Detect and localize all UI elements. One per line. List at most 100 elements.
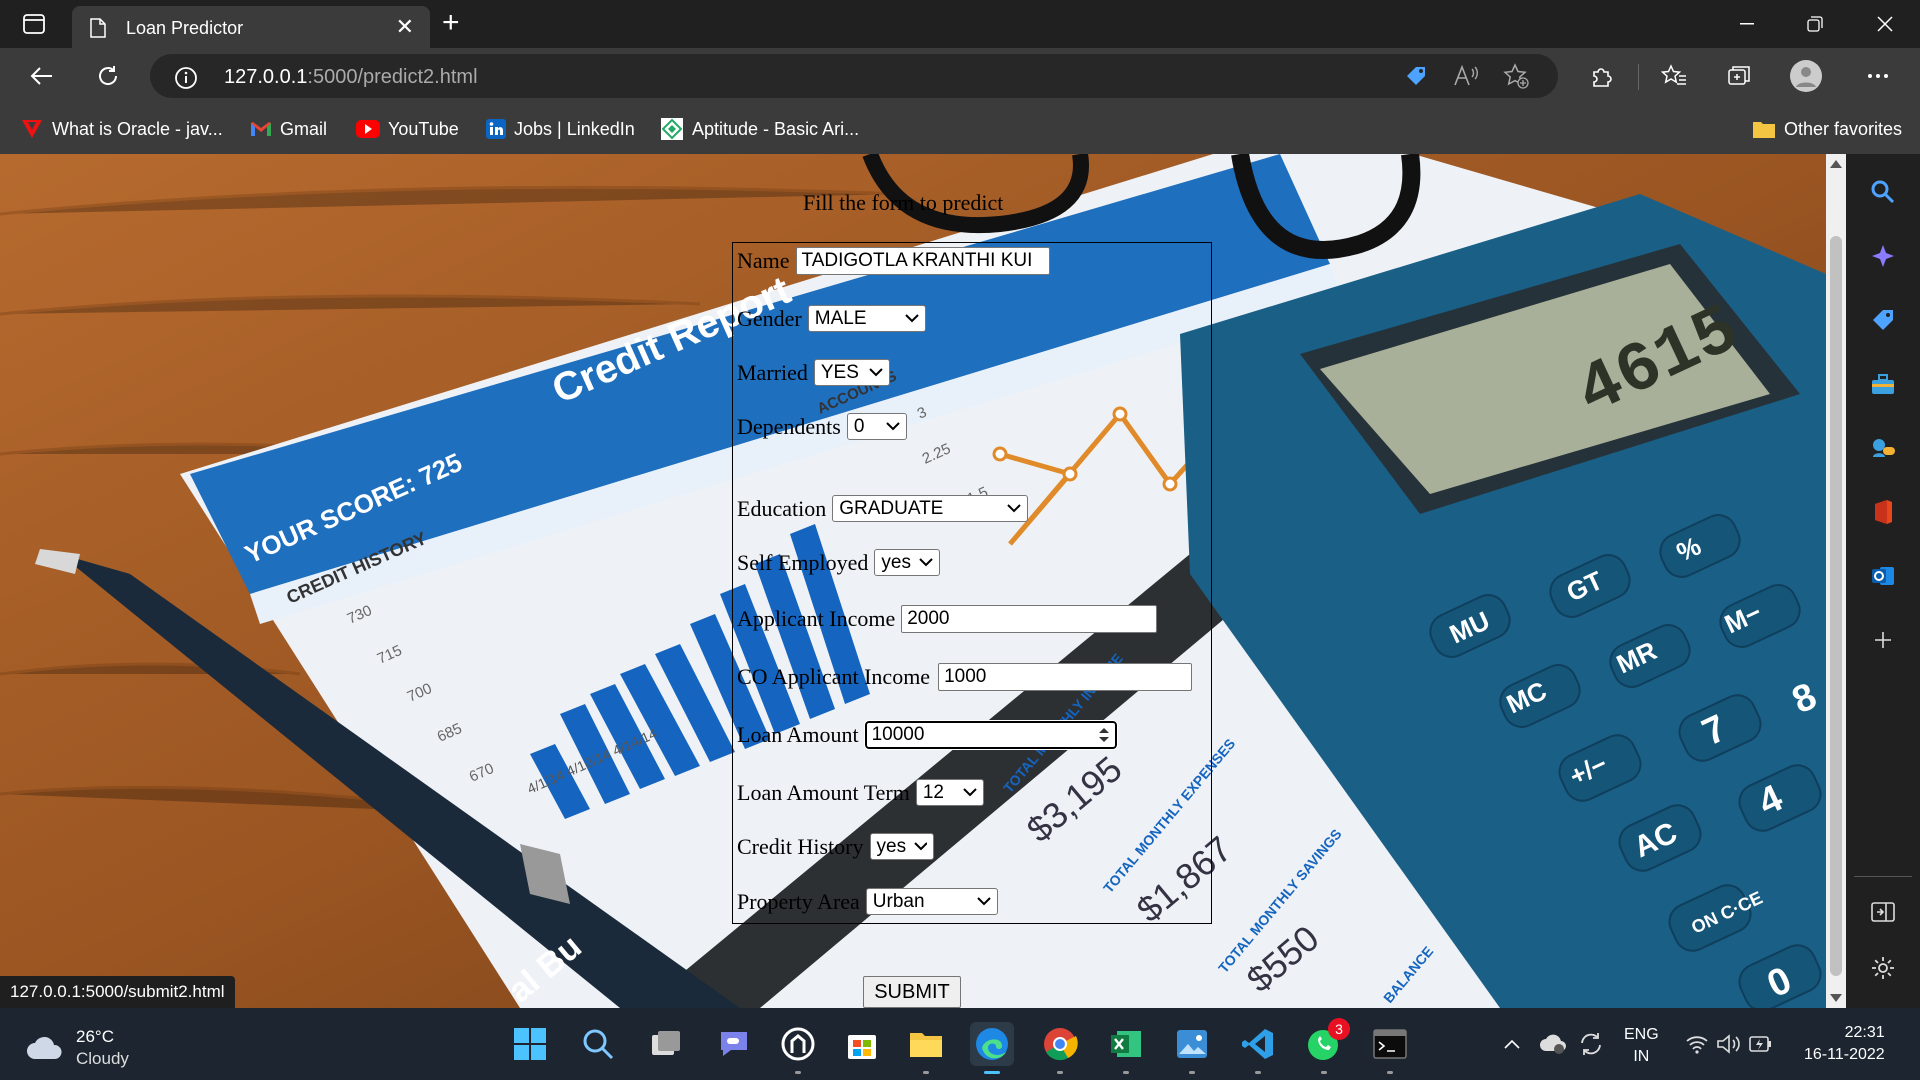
add-favorite-button[interactable] [1502,63,1530,89]
profile-button[interactable] [1790,60,1822,92]
github-app-button[interactable] [776,1022,820,1074]
language-indicator[interactable]: ENG IN [1624,1024,1659,1068]
photos-button[interactable] [1170,1022,1214,1074]
tab-actions-button[interactable] [14,10,54,38]
excel-button[interactable] [1104,1022,1148,1074]
folder-icon [910,1033,942,1057]
sidebar-hide-button[interactable] [1865,894,1901,930]
extensions-button[interactable] [1586,60,1618,92]
wifi-button[interactable] [1682,1022,1712,1066]
other-favorites-label: Other favorites [1784,118,1903,139]
terminal-button[interactable] [1368,1022,1412,1074]
app-octagon-icon [781,1027,815,1061]
scroll-down-arrow-icon[interactable] [1830,994,1842,1002]
collections-button[interactable] [1724,60,1756,92]
property-area-select[interactable]: Urban [865,888,998,915]
gear-icon [1872,957,1894,979]
sidebar-add-button[interactable] [1865,622,1901,658]
taskbar-search-button[interactable] [576,1022,620,1066]
weather-widget[interactable]: 26°C Cloudy [26,1026,129,1070]
loan-amount-input[interactable]: 10000 [863,720,1118,750]
sync-status-button[interactable] [1574,1022,1608,1066]
sidebar-tools-button[interactable] [1865,366,1901,402]
submit-button[interactable]: SUBMIT [863,976,961,1008]
chevron-down-icon [919,558,934,567]
self-employed-row: Self Employed yes [737,549,941,576]
sidebar-search-button[interactable] [1865,174,1901,210]
language-text: ENG [1624,1026,1659,1043]
chrome-button[interactable] [1038,1022,1082,1074]
married-select[interactable]: YES [813,359,890,386]
store-button[interactable] [840,1022,884,1066]
show-hidden-icons-button[interactable] [1498,1022,1526,1066]
name-input[interactable]: TADIGOTLA KRANTHI KUI [795,247,1050,275]
close-tab-icon[interactable]: ✕ [396,14,414,40]
favorite-linkedin[interactable]: Jobs | LinkedIn [486,116,635,142]
clock[interactable]: 22:31 16-11-2022 [1804,1022,1885,1066]
education-value: GRADUATE [839,497,944,519]
dependents-value: 0 [853,415,865,437]
coupon-tag-icon [1407,67,1425,85]
battery-button[interactable] [1746,1022,1776,1066]
vscode-button[interactable] [1236,1022,1280,1074]
page-scrollbar[interactable] [1826,154,1846,1008]
sidebar-shopping-button[interactable] [1865,302,1901,338]
scroll-thumb[interactable] [1830,236,1842,976]
onedrive-status-button[interactable] [1536,1022,1570,1066]
sidebar-games-button[interactable] [1865,430,1901,466]
other-favorites-folder[interactable]: Other favorites [1752,116,1902,142]
chevron-down-icon [905,314,919,323]
sidebar-outlook-button[interactable] [1865,558,1901,594]
favorite-gmail[interactable]: Gmail [250,116,327,142]
sidebar-discover-button[interactable] [1865,238,1901,274]
collections-icon [1728,66,1750,85]
windows-start-icon [514,1028,546,1060]
volume-button[interactable] [1714,1022,1744,1066]
sidebar-settings-button[interactable] [1865,950,1901,986]
restore-button[interactable] [1792,8,1838,40]
sidebar-office-button[interactable] [1865,494,1901,530]
form-title: Fill the form to predict [803,190,1004,215]
teams-chat-button[interactable] [712,1022,756,1066]
number-spinner-icon[interactable] [1098,726,1110,744]
back-button[interactable] [24,60,60,92]
address-bar[interactable]: 127.0.0.1:5000/predict2.html [150,54,1558,98]
favorite-oracle[interactable]: What is Oracle - jav... [20,116,223,142]
co-income-input[interactable]: 1000 [938,663,1193,691]
scroll-up-arrow-icon[interactable] [1830,160,1842,168]
new-tab-button[interactable]: + [442,6,460,40]
gender-select[interactable]: MALE [807,305,926,332]
applicant-income-input[interactable]: 2000 [901,605,1158,633]
education-label: Education [737,495,827,521]
read-aloud-button[interactable] [1452,64,1480,88]
edge-sidebar [1846,154,1920,1008]
favorites-button[interactable] [1658,60,1690,92]
start-button[interactable] [508,1022,552,1066]
task-view-button[interactable] [644,1022,688,1066]
more-dots-icon [1868,74,1888,78]
self-employed-select[interactable]: yes [874,549,941,576]
favorites-icon [1661,64,1686,85]
favorites-bar: What is Oracle - jav... Gmail YouTube Jo… [0,104,1920,155]
whatsapp-button[interactable]: 3 [1302,1018,1350,1074]
coupons-button[interactable] [1402,64,1430,88]
aptitude-icon [661,118,683,140]
favorite-youtube[interactable]: YouTube [356,116,459,142]
site-info-icon[interactable] [174,66,198,90]
education-select[interactable]: GRADUATE [832,495,1029,522]
property-area-row: Property Area Urban [737,888,998,915]
credit-history-select[interactable]: yes [869,833,934,860]
loan-term-select[interactable]: 12 [915,779,984,806]
file-explorer-button[interactable] [904,1022,948,1074]
married-row: Married YES [737,359,890,386]
settings-more-button[interactable] [1862,60,1894,92]
close-window-button[interactable] [1862,8,1908,40]
puzzle-icon [1593,68,1612,87]
reload-button[interactable] [90,60,126,92]
favorite-aptitude[interactable]: Aptitude - Basic Ari... [660,116,859,142]
minimize-button[interactable] [1724,8,1770,40]
dependents-select[interactable]: 0 [846,413,907,440]
edge-taskbar-button[interactable] [970,1022,1014,1074]
browser-tab[interactable]: Loan Predictor ✕ [72,6,430,48]
cloud-sync-icon [1540,1034,1566,1054]
